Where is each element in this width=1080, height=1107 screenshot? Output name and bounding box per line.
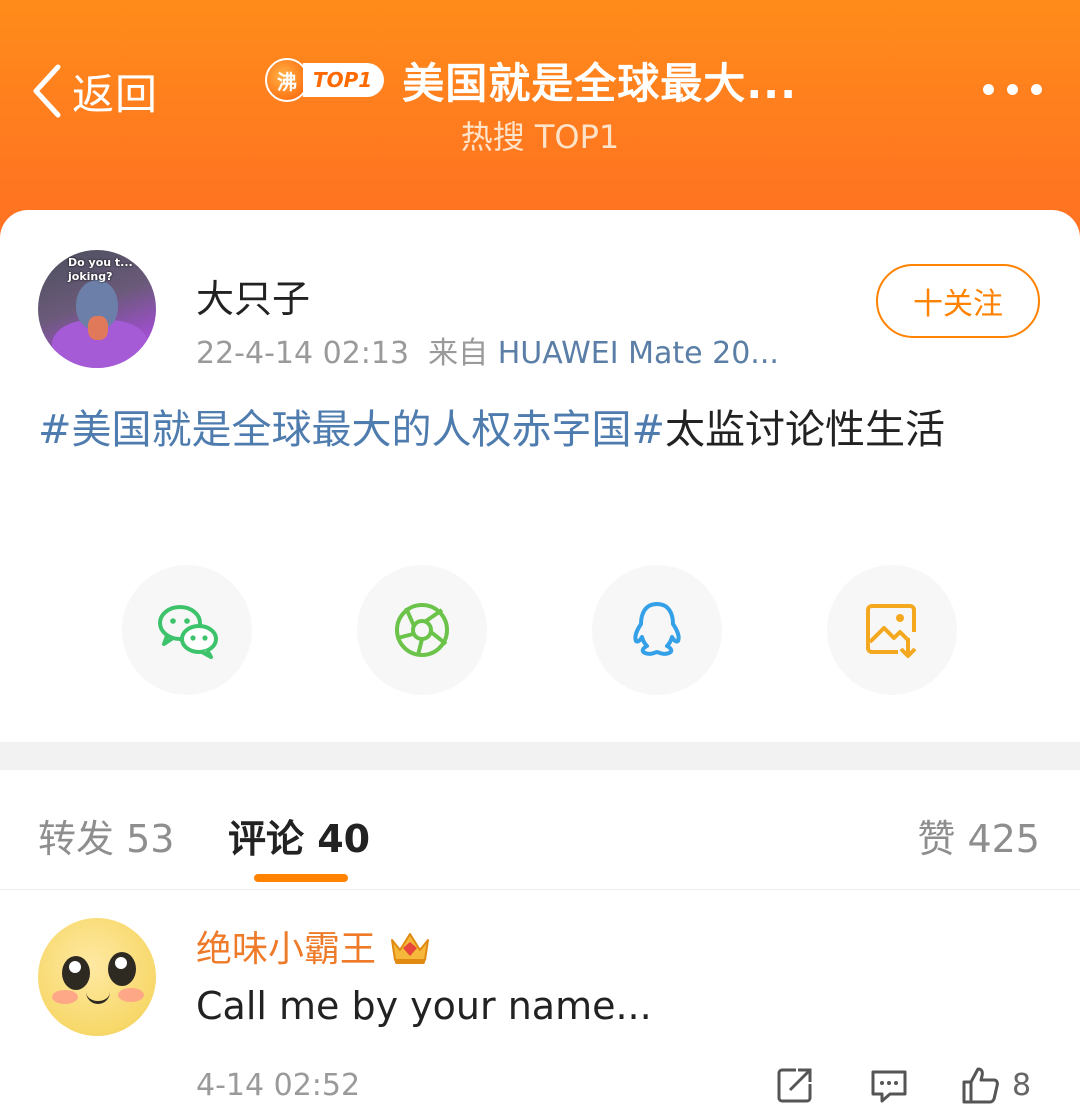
- qq-icon: [633, 602, 681, 656]
- dot-icon: [1031, 84, 1042, 95]
- avatar-blush: [118, 988, 144, 1002]
- comment-icon: [871, 1070, 907, 1103]
- share-moments-button[interactable]: [357, 565, 487, 695]
- post-content: #美国就是全球最大的人权赤字国#太监讨论性生活: [38, 398, 1018, 462]
- avatar-caption: Do you t... I'm joking?: [68, 256, 156, 283]
- commenter-name[interactable]: 绝味小霸王: [196, 920, 432, 972]
- header-title-area: 沸 TOP1 美国就是全球最大...: [265, 50, 825, 110]
- dot-icon: [1007, 84, 1018, 95]
- follow-button[interactable]: 十关注: [876, 264, 1040, 338]
- comment-text: Call me by your name...: [196, 984, 652, 1028]
- tab-comments[interactable]: 评论 40: [228, 808, 370, 863]
- hot-badge: 沸 TOP1: [265, 58, 385, 102]
- post-time: 22-4-14 02:13: [196, 336, 410, 371]
- page-title: 美国就是全球最大...: [402, 58, 798, 108]
- share-qq-button[interactable]: [592, 565, 722, 695]
- tab-likes[interactable]: 赞 425: [917, 808, 1040, 863]
- comment-reply-button[interactable]: [868, 1062, 910, 1107]
- more-options-button[interactable]: [983, 84, 1042, 95]
- save-image-icon: [866, 604, 917, 658]
- dot-icon: [983, 84, 994, 95]
- avatar-eye: [62, 956, 90, 990]
- moments-icon: [395, 603, 449, 657]
- post-from-label: 来自: [428, 336, 489, 371]
- active-tab-indicator: [254, 874, 348, 882]
- avatar-eye: [108, 952, 136, 986]
- post-username[interactable]: 大只子: [196, 268, 310, 323]
- share-row: [0, 565, 1080, 695]
- like-count: 8: [1012, 1067, 1032, 1103]
- commenter-avatar[interactable]: [38, 918, 156, 1036]
- comment-time: 4-14 02:52: [196, 1068, 361, 1103]
- crown-icon: [388, 926, 432, 966]
- tab-repost[interactable]: 转发 53: [38, 808, 174, 863]
- wechat-icon: [158, 605, 218, 659]
- topic-link[interactable]: #美国就是全球最大的人权赤字国#: [38, 407, 665, 453]
- user-avatar[interactable]: Do you t... I'm joking?: [38, 250, 156, 368]
- share-out-icon: [777, 1068, 812, 1103]
- post-device[interactable]: HUAWEI Mate 20...: [498, 336, 779, 371]
- save-image-button[interactable]: [827, 565, 957, 695]
- avatar-blush: [52, 990, 78, 1004]
- thumbs-up-icon: [962, 1067, 999, 1104]
- post-body-text: 太监讨论性生活: [665, 407, 946, 453]
- avatar-mouth: [88, 316, 108, 340]
- share-wechat-button[interactable]: [122, 565, 252, 695]
- post-card: Do you t... I'm joking? 大只子 22-4-14 02:1…: [0, 210, 1080, 744]
- page-subtitle: 热搜 TOP1: [460, 118, 620, 156]
- top-rank-label: TOP1: [303, 63, 385, 97]
- avatar-mouth: [86, 992, 110, 1004]
- commenter-name-text: 绝味小霸王: [196, 929, 377, 970]
- interaction-tabs: 转发 53 评论 40 赞 425: [0, 770, 1080, 890]
- comment-repost-button[interactable]: [774, 1062, 816, 1107]
- section-divider: [0, 742, 1080, 770]
- comment-like-button[interactable]: 8: [960, 1062, 1031, 1107]
- post-meta: 22-4-14 02:13 来自 HUAWEI Mate 20...: [196, 328, 779, 372]
